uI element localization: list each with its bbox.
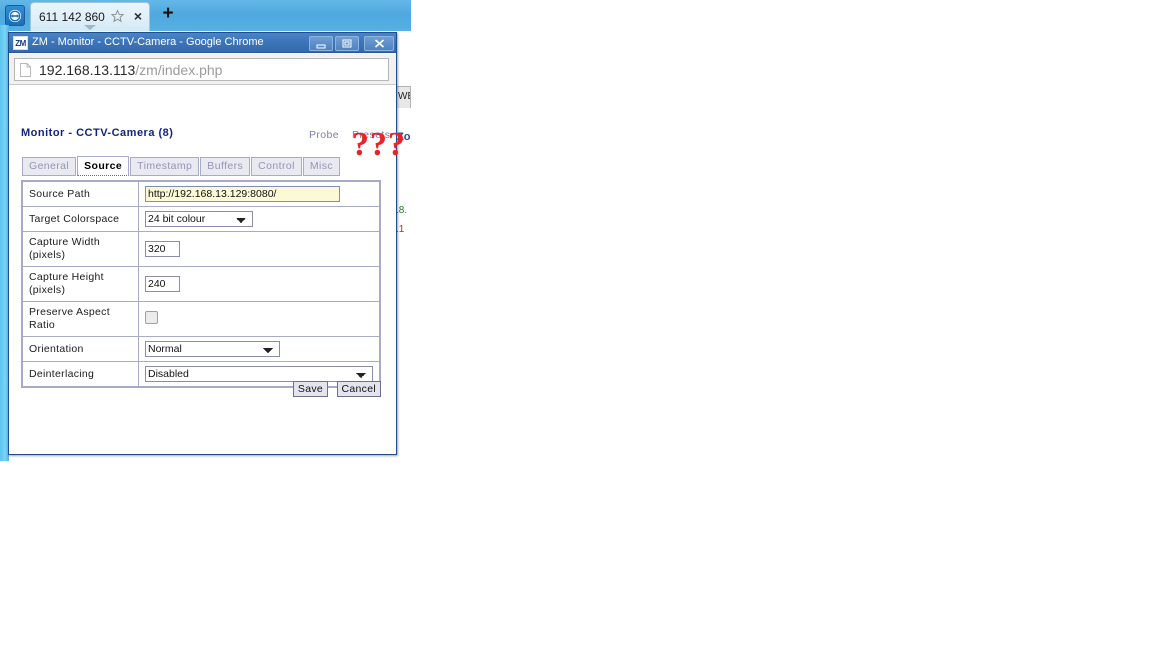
- capture-width-cell: [138, 231, 380, 267]
- table-row: Capture Height (pixels): [22, 266, 380, 302]
- capture-height-label-line1: Capture Height: [29, 271, 104, 283]
- minimize-icon[interactable]: [309, 36, 333, 51]
- page-title: Monitor - CCTV-Camera (8): [21, 127, 174, 139]
- save-button[interactable]: Save: [292, 381, 329, 397]
- chrome-browser-window: ZM ZM - Monitor - CCTV-Camera - Google C…: [8, 32, 397, 455]
- tab-indicator-arrow: [84, 25, 96, 30]
- zoneminder-page-header: Monitor - CCTV-Camera (8) Probe Presets: [21, 127, 390, 147]
- orientation-label: Orientation: [22, 336, 139, 362]
- preserve-aspect-ratio-cell: [138, 301, 380, 337]
- table-row: Preserve Aspect Ratio: [22, 301, 380, 337]
- background-text-fragment-2: .1: [396, 224, 405, 235]
- tab-general[interactable]: General: [22, 157, 77, 176]
- capture-height-label-line2: (pixels): [29, 284, 66, 296]
- page-document-icon: [20, 63, 31, 77]
- teamviewer-tabstrip: 611 142 860 × +: [0, 0, 411, 31]
- chrome-page-viewport: Monitor - CCTV-Camera (8) Probe Presets …: [9, 85, 396, 454]
- background-page-tab[interactable]: WE: [396, 86, 411, 108]
- address-host: 192.168.13.113: [39, 62, 136, 78]
- address-bar[interactable]: 192.168.13.113/zm/index.php: [14, 58, 389, 81]
- table-row: Source Path: [22, 181, 380, 207]
- table-row: Capture Width (pixels): [22, 231, 380, 267]
- orientation-cell: Normal: [138, 336, 380, 362]
- target-colorspace-label: Target Colorspace: [22, 206, 139, 232]
- background-text-fragment-1: .8.: [396, 205, 408, 216]
- orientation-select[interactable]: Normal: [145, 341, 280, 357]
- zoneminder-favicon: ZM: [13, 36, 28, 50]
- capture-height-input[interactable]: [145, 276, 180, 292]
- teamviewer-icon: [5, 5, 25, 26]
- preserve-aspect-label-line1: Preserve Aspect: [29, 306, 110, 318]
- target-colorspace-select[interactable]: 24 bit colour: [145, 211, 253, 227]
- table-row: Orientation Normal: [22, 336, 380, 362]
- capture-height-label: Capture Height (pixels): [22, 266, 139, 302]
- chrome-title-bar[interactable]: ZM ZM - Monitor - CCTV-Camera - Google C…: [9, 33, 396, 53]
- chrome-toolbar: 192.168.13.113/zm/index.php: [9, 54, 396, 85]
- tab-control[interactable]: Control: [251, 157, 302, 176]
- capture-width-input[interactable]: [145, 241, 180, 257]
- target-colorspace-cell: 24 bit colour: [138, 206, 380, 232]
- source-path-input[interactable]: [145, 186, 340, 202]
- tab-source[interactable]: Source: [77, 156, 130, 176]
- tab-buffers[interactable]: Buffers: [200, 157, 251, 176]
- background-zoneminder-page: WE Zo .8. .1: [396, 31, 411, 461]
- capture-width-label-line1: Capture Width: [29, 236, 101, 248]
- source-path-label: Source Path: [22, 181, 139, 207]
- address-path: /zm/index.php: [135, 62, 223, 78]
- teamviewer-tab-label: 611 142 860: [39, 10, 105, 24]
- source-path-cell: [138, 181, 380, 207]
- maximize-icon[interactable]: [335, 36, 359, 51]
- monitor-settings-tabs: General Source Timestamp Buffers Control…: [22, 155, 341, 176]
- form-actions: Save Cancel: [21, 379, 381, 397]
- new-tab-button[interactable]: +: [160, 4, 176, 23]
- preserve-aspect-ratio-label: Preserve Aspect Ratio: [22, 301, 139, 337]
- table-row: Target Colorspace 24 bit colour: [22, 206, 380, 232]
- tab-timestamp[interactable]: Timestamp: [130, 157, 200, 176]
- probe-link[interactable]: Probe: [309, 129, 339, 141]
- capture-width-label-line2: (pixels): [29, 249, 66, 261]
- address-bar-url: 192.168.13.113/zm/index.php: [39, 62, 222, 78]
- tab-close-icon[interactable]: ×: [131, 9, 145, 23]
- preserve-aspect-label-line2: Ratio: [29, 319, 56, 331]
- capture-width-label: Capture Width (pixels): [22, 231, 139, 267]
- bookmark-star-icon[interactable]: [110, 9, 125, 24]
- preserve-aspect-ratio-checkbox[interactable]: [145, 311, 158, 324]
- presets-link[interactable]: Presets: [352, 129, 390, 141]
- tab-misc[interactable]: Misc: [302, 157, 341, 176]
- cancel-button[interactable]: Cancel: [336, 381, 381, 397]
- close-icon[interactable]: [364, 36, 394, 51]
- background-heading-fragment: Zo: [397, 131, 411, 143]
- source-settings-form: Source Path Target Colorspace 24 bit col…: [21, 180, 381, 388]
- capture-height-cell: [138, 266, 380, 302]
- chrome-window-title: ZM - Monitor - CCTV-Camera - Google Chro…: [32, 36, 264, 48]
